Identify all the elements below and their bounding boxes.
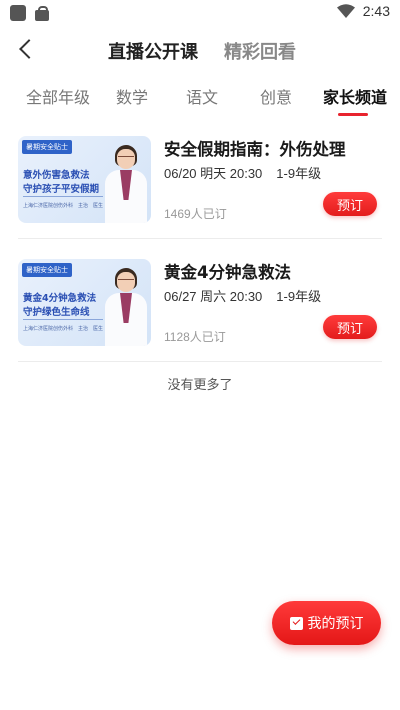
course-date: 06/20 明天 20:30 [164,166,263,181]
course-card[interactable]: 暑期安全贴士 黄金4分钟急救法 守护绿色生命线 上海仁济医院创伤外科 主治 医生… [18,259,382,361]
course-thumbnail: 暑期安全贴士 黄金4分钟急救法 守护绿色生命线 上海仁济医院创伤外科 主治 医生 [18,259,151,346]
divider [18,238,382,239]
course-grade: 1-9年级 [276,289,322,304]
active-tab-indicator [338,113,368,116]
course-schedule: 06/27 周六 20:30 1-9年级 [164,286,321,305]
thumbnail-badge: 暑期安全贴士 [22,263,72,277]
booking-count: 1128人已订 [164,330,226,344]
my-bookings-label: 我的预订 [307,616,364,632]
category-tab-parent-channel[interactable]: 家长频道 [323,84,387,108]
thumbnail-divider [23,196,103,197]
shopping-bag-icon [34,5,50,21]
course-thumbnail: 暑期安全贴士 意外伤害急救法 守护孩子平安假期 上海仁济医院创伤外科 主治 医生 [18,136,151,223]
category-tabs: 全部年级 数学 语文 创意 家长频道 [0,82,400,118]
end-of-list-text: 没有更多了 [167,378,233,393]
my-bookings-button[interactable]: 我的预订 [272,601,381,645]
course-title: 黄金4分钟急救法 [164,263,291,282]
tab-replays[interactable]: 精彩回看 [224,38,296,64]
course-grade: 1-9年级 [276,166,322,181]
notification-square-icon [10,5,26,21]
divider [18,361,382,362]
course-schedule: 06/20 明天 20:30 1-9年级 [164,163,321,182]
booking-count: 1469人已订 [164,207,227,221]
thumbnail-badge: 暑期安全贴士 [22,140,72,154]
course-title: 安全假期指南：外伤处理 [164,140,346,159]
thumbnail-headline: 意外伤害急救法 [23,170,90,181]
thumbnail-speaker-info: 上海仁济医院创伤外科 主治 医生 [23,203,104,209]
status-bar: 2:43 [0,0,400,26]
book-button[interactable]: 预订 [323,192,377,216]
thumbnail-headline: 黄金4分钟急救法 [23,293,97,304]
back-icon[interactable] [14,36,42,64]
course-card[interactable]: 暑期安全贴士 意外伤害急救法 守护孩子平安假期 上海仁济医院创伤外科 主治 医生… [18,136,382,238]
book-button[interactable]: 预订 [323,315,377,339]
doctor-portrait [104,144,148,223]
wifi-icon [336,4,355,18]
category-tab-chinese[interactable]: 语文 [186,84,218,108]
tab-live-courses[interactable]: 直播公开课 [108,38,198,64]
calendar-check-icon [289,616,303,630]
thumbnail-divider [23,319,103,320]
status-time: 2:43 [362,3,390,19]
course-date: 06/27 周六 20:30 [164,289,263,304]
category-tab-all-grades[interactable]: 全部年级 [26,84,90,108]
thumbnail-subheadline: 守护孩子平安假期 [23,184,100,195]
category-tab-creative[interactable]: 创意 [260,84,292,108]
header: 直播公开课 精彩回看 [0,30,400,70]
thumbnail-speaker-info: 上海仁济医院创伤外科 主治 医生 [23,326,104,332]
thumbnail-subheadline: 守护绿色生命线 [23,307,90,318]
doctor-portrait [104,267,148,346]
category-tab-math[interactable]: 数学 [116,84,148,108]
